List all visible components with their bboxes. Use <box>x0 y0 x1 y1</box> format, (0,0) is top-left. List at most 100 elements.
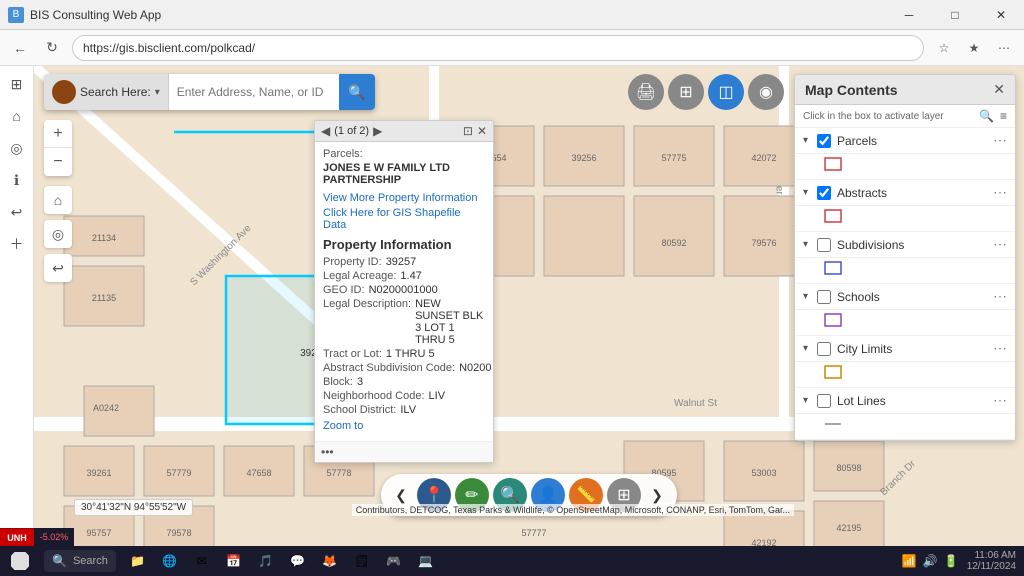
layer-item-schools: ▾ Schools ⋯ <box>795 284 1015 310</box>
geo-id-value: N0200001000 <box>369 284 438 296</box>
lot-lines-expand-arrow[interactable]: ▾ <box>803 395 815 406</box>
subdivisions-checkbox[interactable] <box>817 238 831 252</box>
layer-filter-button[interactable]: ≡ <box>1000 109 1007 123</box>
taskbar-app-chat[interactable]: 💬 <box>284 547 312 575</box>
taskbar-app-computer[interactable]: 💻 <box>412 547 440 575</box>
popup-close-button[interactable]: ✕ <box>477 124 487 138</box>
star-button[interactable]: ☆ <box>932 36 956 60</box>
schools-symbol <box>823 312 843 328</box>
search-here-label: Search Here: <box>80 85 151 99</box>
coordinate-bar: 30°41'32"N 94°55'52"W <box>74 499 193 516</box>
taskbar-date: 12/11/2024 <box>967 561 1016 572</box>
parcels-checkbox[interactable] <box>817 134 831 148</box>
taskbar-app-game[interactable]: 🎮 <box>380 547 408 575</box>
search-input[interactable] <box>169 74 339 110</box>
taskbar-app-music[interactable]: 🎵 <box>252 547 280 575</box>
tract-row: Tract or Lot: 1 THRU 5 <box>323 348 485 360</box>
abstracts-label: Abstracts <box>837 186 993 200</box>
subdivisions-expand-arrow[interactable]: ▾ <box>803 239 815 250</box>
start-button[interactable] <box>0 546 40 576</box>
acreage-label: Legal Acreage: <box>323 270 396 282</box>
neighborhood-label: Neighborhood Code: <box>323 390 425 402</box>
lot-lines-checkbox[interactable] <box>817 394 831 408</box>
map-attribution: Contributors, DETCOG, Texas Parks & Wild… <box>352 504 794 516</box>
zoom-in-button[interactable]: + <box>44 120 72 148</box>
lot-lines-icon-row <box>795 414 1015 440</box>
parcel-name: JONES E W FAMILY LTD PARTNERSHIP <box>323 162 485 186</box>
taskbar-app-firefox[interactable]: 🦊 <box>316 547 344 575</box>
zoom-to-link[interactable]: Zoom to <box>323 420 485 432</box>
taskbar-app-calendar[interactable]: 📅 <box>220 547 248 575</box>
layers-button[interactable]: ◫ <box>708 74 744 110</box>
parcels-menu-button[interactable]: ⋯ <box>993 132 1007 149</box>
map-contents-header: Map Contents ✕ <box>795 75 1015 105</box>
svg-text:57779: 57779 <box>166 468 191 478</box>
favorites-button[interactable]: ★ <box>962 36 986 60</box>
sidebar-back-icon[interactable]: ↩ <box>3 198 31 226</box>
back-button[interactable]: ← <box>8 36 32 60</box>
restore-button[interactable]: □ <box>932 0 978 30</box>
url-bar[interactable]: https://gis.bisclient.com/polkcad/ <box>72 35 924 61</box>
settings-button[interactable]: ◉ <box>748 74 784 110</box>
sidebar-location-icon[interactable]: ◎ <box>3 134 31 162</box>
geo-id-row: GEO ID: N0200001000 <box>323 284 485 296</box>
app-icon: B <box>8 7 24 23</box>
lot-lines-label: Lot Lines <box>837 394 993 408</box>
back-extent-button[interactable]: ↩ <box>44 254 72 282</box>
sidebar-layers-icon[interactable]: ⊞ <box>3 70 31 98</box>
abstracts-expand-arrow[interactable]: ▾ <box>803 187 815 198</box>
search-here-button[interactable]: Search Here: ▾ <box>44 74 169 110</box>
city-limits-checkbox[interactable] <box>817 342 831 356</box>
taskbar-app-notepad[interactable]: 🗒 <box>348 547 376 575</box>
sidebar-add-icon[interactable]: ＋ <box>3 230 31 258</box>
svg-text:42072: 42072 <box>751 153 776 163</box>
sidebar-info-icon[interactable]: ℹ <box>3 166 31 194</box>
basemap-button[interactable]: ⊞ <box>668 74 704 110</box>
minimize-button[interactable]: ─ <box>886 0 932 30</box>
title-bar: B BIS Consulting Web App ─ □ ✕ <box>0 0 1024 30</box>
close-button[interactable]: ✕ <box>978 0 1024 30</box>
abstracts-checkbox[interactable] <box>817 186 831 200</box>
zoom-out-button[interactable]: − <box>44 148 72 176</box>
city-limits-expand-arrow[interactable]: ▾ <box>803 343 815 354</box>
school-row: School District: ILV <box>323 404 485 416</box>
schools-menu-button[interactable]: ⋯ <box>993 288 1007 305</box>
block-value: 3 <box>357 376 363 388</box>
schools-checkbox[interactable] <box>817 290 831 304</box>
city-limits-icon-row <box>795 362 1015 388</box>
home-button[interactable]: ⌂ <box>44 186 72 214</box>
layer-search-button[interactable]: 🔍 <box>979 109 994 123</box>
location-button[interactable]: ◎ <box>44 220 72 248</box>
sidebar-home-icon[interactable]: ⌂ <box>3 102 31 130</box>
popup-box: ◀ (1 of 2) ▶ ⊡ ✕ Parcels: JONES E W FAMI… <box>314 120 494 463</box>
shapefile-link[interactable]: Click Here for GIS Shapefile Data <box>323 207 485 231</box>
taskbar-app-browser[interactable]: 🌐 <box>156 547 184 575</box>
map-contents-close-button[interactable]: ✕ <box>993 81 1005 98</box>
map-area[interactable]: Walnut St Elizabeth S Younger Ave S Wash… <box>34 66 1024 546</box>
subdivisions-menu-button[interactable]: ⋯ <box>993 236 1007 253</box>
schools-expand-arrow[interactable]: ▾ <box>803 291 815 302</box>
refresh-button[interactable]: ↻ <box>40 36 64 60</box>
popup-more-button[interactable]: ••• <box>321 445 334 459</box>
lot-lines-menu-button[interactable]: ⋯ <box>993 392 1007 409</box>
taskbar-search[interactable]: 🔍 Search <box>44 550 116 572</box>
city-limits-symbol <box>823 364 843 380</box>
popup-dock-button[interactable]: ⊡ <box>463 124 473 138</box>
taskbar-app-files[interactable]: 📁 <box>124 547 152 575</box>
svg-text:39256: 39256 <box>571 153 596 163</box>
popup-prev-button[interactable]: ◀ <box>321 124 330 138</box>
parcels-expand-arrow[interactable]: ▾ <box>803 135 815 146</box>
parcels-label: Parcels <box>837 134 993 148</box>
abstracts-menu-button[interactable]: ⋯ <box>993 184 1007 201</box>
taskbar-time: 11:06 AM <box>974 550 1016 561</box>
print-button[interactable]: 🖨 <box>628 74 664 110</box>
more-info-link[interactable]: View More Property Information <box>323 192 485 204</box>
popup-next-button[interactable]: ▶ <box>373 124 382 138</box>
svg-text:47658: 47658 <box>246 468 271 478</box>
more-button[interactable]: ⋯ <box>992 36 1016 60</box>
city-limits-menu-button[interactable]: ⋯ <box>993 340 1007 357</box>
taskbar-right: 📶 🔊 🔋 11:06 AM 12/11/2024 <box>902 550 1024 572</box>
taskbar-app-mail[interactable]: ✉ <box>188 547 216 575</box>
search-submit-button[interactable]: 🔍 <box>339 74 375 110</box>
schools-label: Schools <box>837 290 993 304</box>
